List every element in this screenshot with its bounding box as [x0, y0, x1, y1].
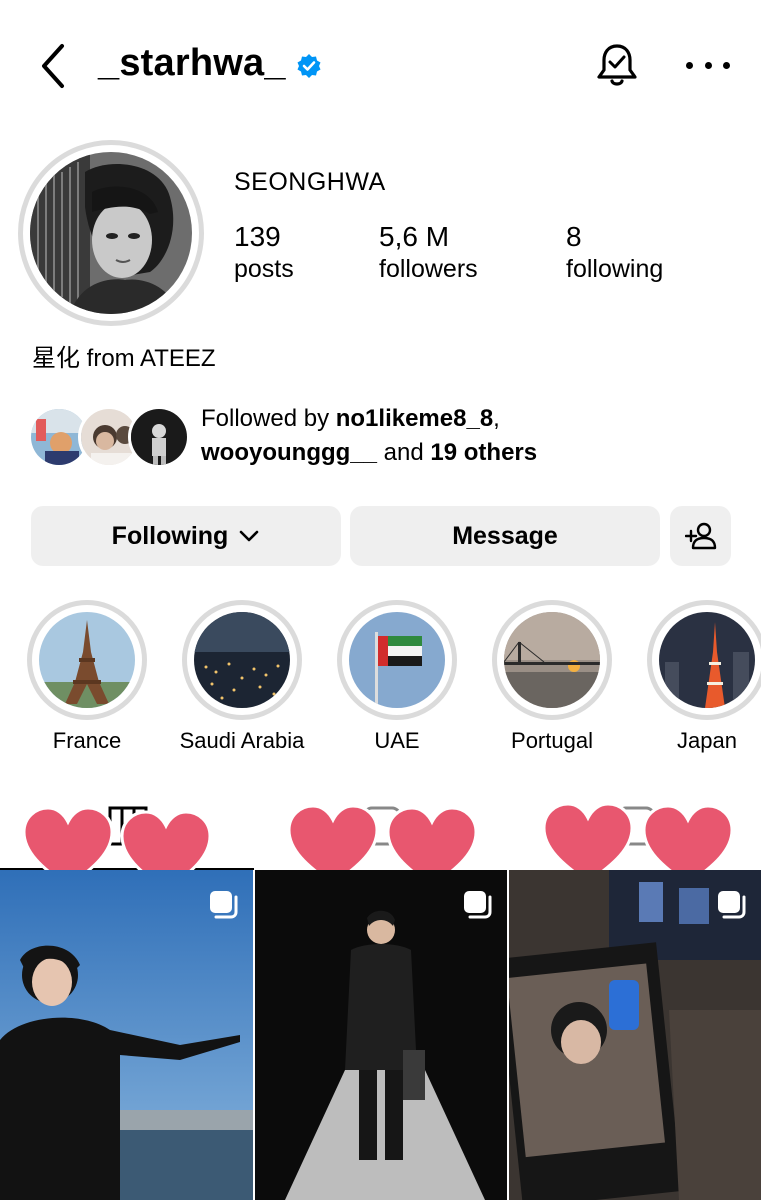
- followed-by-comma: ,: [493, 405, 500, 432]
- highlight-label: Portugal: [511, 728, 593, 753]
- followed-by-prefix: Followed by: [201, 405, 336, 432]
- highlight-portugal[interactable]: Portugal: [487, 600, 617, 754]
- post-thumbnail[interactable]: [0, 870, 253, 1200]
- highlight-ring: [492, 600, 612, 720]
- stat-posts[interactable]: 139 posts: [234, 220, 294, 286]
- profile-display-name: SEONGHWA: [234, 168, 386, 196]
- mutual-user-2[interactable]: wooyounggg__: [201, 439, 377, 466]
- multiple-photos-icon: [210, 891, 238, 919]
- highlight-uae[interactable]: UAE: [332, 600, 462, 754]
- verified-badge-icon: [297, 53, 321, 78]
- suggested-users-button[interactable]: [670, 506, 731, 566]
- message-button[interactable]: Message: [350, 506, 660, 566]
- highlight-cover: [39, 612, 135, 708]
- profile-username: _starhwa_: [98, 42, 286, 84]
- mutual-user-1[interactable]: no1likeme8_8: [336, 405, 493, 432]
- post-thumbnail[interactable]: [509, 870, 761, 1200]
- highlight-japan[interactable]: Japan: [642, 600, 761, 754]
- stat-posts-label: posts: [234, 255, 294, 283]
- top-bar: _starhwa_: [0, 0, 761, 130]
- followed-by-text[interactable]: Followed by no1likeme8_8, wooyounggg__ a…: [201, 402, 537, 470]
- stat-following-label: following: [566, 255, 664, 283]
- followed-by-middle: and: [377, 439, 431, 466]
- username-row: _starhwa_: [98, 42, 322, 85]
- highlight-ring: [182, 600, 302, 720]
- mutual-followers-avatars[interactable]: [28, 406, 190, 470]
- highlight-cover: [194, 612, 290, 708]
- profile-avatar-ring[interactable]: [18, 140, 204, 326]
- notification-bell-icon[interactable]: [592, 40, 642, 90]
- profile-bio: 星化 from ATEEZ: [32, 345, 216, 372]
- stat-posts-value: 139: [234, 221, 281, 252]
- chevron-down-icon: [240, 530, 259, 542]
- stat-followers[interactable]: 5,6 M followers: [379, 220, 478, 286]
- stat-following-value: 8: [566, 221, 582, 252]
- stat-followers-value: 5,6 M: [379, 221, 450, 252]
- highlight-cover: [659, 612, 755, 708]
- more-options-icon[interactable]: [686, 48, 730, 82]
- multiple-photos-icon: [718, 891, 746, 919]
- stat-followers-label: followers: [379, 255, 478, 283]
- profile-tabs: [0, 796, 761, 892]
- highlight-label: Saudi Arabia: [179, 728, 305, 753]
- profile-avatar: [30, 152, 192, 314]
- mutual-avatar: [128, 406, 190, 468]
- multiple-photos-icon: [464, 891, 492, 919]
- highlight-ring: [27, 600, 147, 720]
- highlight-label: France: [52, 728, 122, 753]
- following-button[interactable]: Following: [31, 506, 341, 566]
- highlight-saudi-arabia[interactable]: Saudi Arabia: [177, 600, 307, 754]
- highlight-label: Japan: [677, 728, 737, 753]
- highlight-ring: [337, 600, 457, 720]
- highlight-ring: [647, 600, 761, 720]
- highlight-france[interactable]: France: [22, 600, 152, 754]
- highlight-label: UAE: [374, 728, 420, 753]
- message-button-label: Message: [452, 521, 558, 550]
- posts-grid: [0, 870, 761, 1200]
- post-thumbnail[interactable]: [255, 870, 507, 1200]
- following-button-label: Following: [111, 521, 229, 550]
- mutual-others-count[interactable]: 19 others: [430, 439, 537, 466]
- highlight-cover: [349, 612, 445, 708]
- highlight-cover: [504, 612, 600, 708]
- add-person-icon: [684, 522, 716, 550]
- stat-following[interactable]: 8 following: [566, 220, 663, 286]
- back-chevron-icon[interactable]: [34, 40, 74, 92]
